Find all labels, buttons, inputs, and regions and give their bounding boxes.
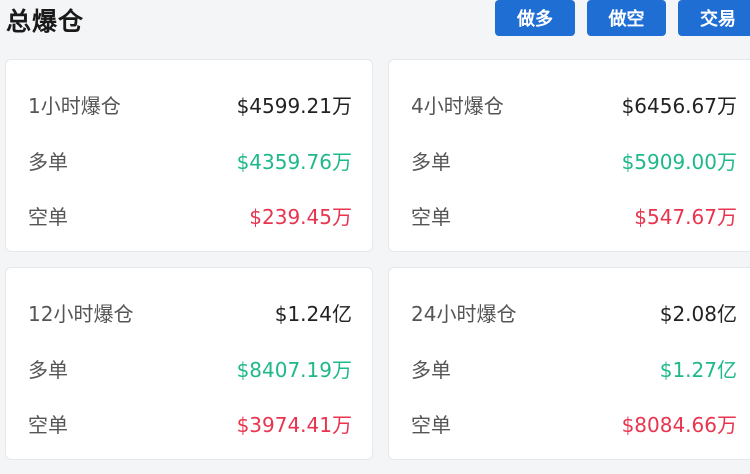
- long-value: $4359.76万: [236, 149, 352, 174]
- total-row: 12小时爆仓 $1.24亿: [28, 297, 352, 327]
- long-value: $8407.19万: [236, 357, 352, 382]
- card-24h: 24小时爆仓 $2.08亿 多单 $1.27亿 空单 $8084.66万: [388, 267, 750, 460]
- card-4h: 4小时爆仓 $6456.67万 多单 $5909.00万 空单 $547.67万: [388, 59, 750, 252]
- go-long-button[interactable]: 做多: [495, 0, 575, 36]
- period-label: 1小时爆仓: [28, 93, 121, 118]
- total-value: $4599.21万: [236, 93, 352, 118]
- total-row: 24小时爆仓 $2.08亿: [411, 297, 737, 327]
- short-label: 空单: [411, 412, 451, 437]
- long-value: $1.27亿: [659, 357, 737, 382]
- short-value: $3974.41万: [236, 412, 352, 437]
- period-label: 12小时爆仓: [28, 301, 134, 326]
- total-value: $1.24亿: [274, 301, 352, 326]
- period-label: 24小时爆仓: [411, 301, 517, 326]
- total-row: 1小时爆仓 $4599.21万: [28, 89, 352, 119]
- short-value: $239.45万: [249, 204, 352, 229]
- short-label: 空单: [28, 204, 68, 229]
- go-short-button[interactable]: 做空: [587, 0, 666, 36]
- page-title: 总爆仓: [6, 7, 85, 36]
- total-row: 4小时爆仓 $6456.67万: [411, 89, 737, 119]
- long-label: 多单: [28, 357, 68, 382]
- short-label: 空单: [28, 412, 68, 437]
- total-value: $2.08亿: [659, 301, 737, 326]
- long-label: 多单: [28, 149, 68, 174]
- short-row: 空单 $547.67万: [411, 200, 737, 230]
- card-1h: 1小时爆仓 $4599.21万 多单 $4359.76万 空单 $239.45万: [5, 59, 373, 252]
- long-row: 多单 $1.27亿: [411, 353, 737, 383]
- total-value: $6456.67万: [621, 93, 737, 118]
- short-row: 空单 $239.45万: [28, 200, 352, 230]
- short-label: 空单: [411, 204, 451, 229]
- trade-button[interactable]: 交易: [678, 0, 750, 36]
- short-value: $547.67万: [634, 204, 737, 229]
- long-row: 多单 $4359.76万: [28, 145, 352, 175]
- long-label: 多单: [411, 357, 451, 382]
- period-label: 4小时爆仓: [411, 93, 504, 118]
- long-row: 多单 $8407.19万: [28, 353, 352, 383]
- liquidation-panel: 总爆仓 做多 做空 交易 1小时爆仓 $4599.21万 多单 $4359.76…: [0, 0, 750, 474]
- long-value: $5909.00万: [621, 149, 737, 174]
- short-row: 空单 $8084.66万: [411, 408, 737, 438]
- long-label: 多单: [411, 149, 451, 174]
- short-row: 空单 $3974.41万: [28, 408, 352, 438]
- short-value: $8084.66万: [621, 412, 737, 437]
- card-12h: 12小时爆仓 $1.24亿 多单 $8407.19万 空单 $3974.41万: [5, 267, 373, 460]
- long-row: 多单 $5909.00万: [411, 145, 737, 175]
